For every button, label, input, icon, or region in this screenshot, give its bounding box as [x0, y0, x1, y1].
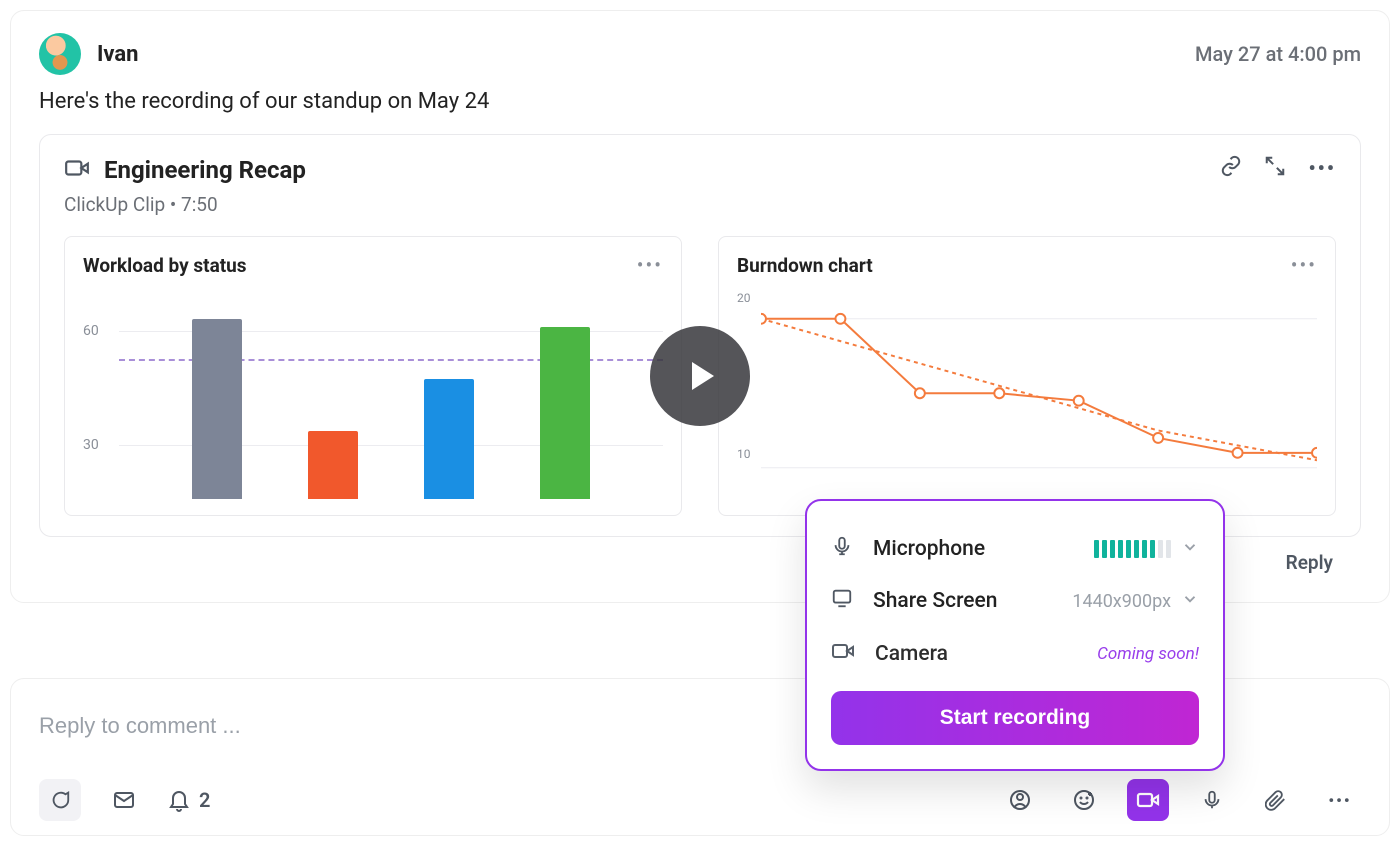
bar-chart-area: 60 30: [83, 289, 663, 499]
bar-chart-more-icon[interactable]: •••: [637, 253, 663, 277]
more-toolbar-icon[interactable]: •••: [1319, 779, 1361, 821]
attachment-icon[interactable]: [1255, 779, 1297, 821]
line-y-tick: 20: [737, 291, 751, 305]
line-chart-title: Burndown chart: [737, 254, 873, 277]
microphone-label: Microphone: [873, 537, 985, 561]
record-clip-button[interactable]: [1127, 779, 1169, 821]
more-icon[interactable]: •••: [1308, 156, 1336, 180]
bar: [192, 319, 242, 499]
clip-actions: •••: [1220, 155, 1336, 181]
comment-body: Here's the recording of our standup on M…: [39, 89, 1361, 114]
emoji-icon[interactable]: [1063, 779, 1105, 821]
clip-head: Engineering Recap ClickUp Clip • 7:50: [64, 155, 1336, 216]
mail-icon[interactable]: [103, 779, 145, 821]
line-chart-svg: [761, 289, 1317, 498]
clip-meta: ClickUp Clip • 7:50: [64, 193, 306, 216]
bars: [119, 289, 663, 499]
chevron-down-icon[interactable]: [1181, 590, 1199, 613]
reply-link[interactable]: Reply: [1286, 551, 1333, 574]
bar: [308, 431, 358, 499]
microphone-icon: [831, 535, 853, 563]
line-y-tick: 10: [737, 447, 751, 461]
notification-count: 2: [199, 788, 210, 812]
bar-y-tick: 30: [83, 437, 99, 453]
clip-title-row: Engineering Recap: [64, 155, 306, 185]
monitor-icon: [831, 587, 853, 615]
clip-title: Engineering Recap: [104, 156, 306, 184]
microphone-toolbar-icon[interactable]: [1191, 779, 1233, 821]
notifications-button[interactable]: 2: [167, 788, 210, 812]
camera-icon: [831, 639, 855, 669]
share-screen-label: Share Screen: [873, 589, 998, 613]
bar: [540, 327, 590, 499]
microphone-row[interactable]: Microphone: [831, 523, 1199, 575]
line-chart-area: 20 10: [737, 289, 1317, 499]
expand-icon[interactable]: [1264, 155, 1286, 181]
clip-source: ClickUp Clip: [64, 193, 165, 216]
share-screen-row[interactable]: Share Screen 1440x900px: [831, 575, 1199, 627]
author-name[interactable]: Ivan: [97, 42, 139, 67]
clip-card: Engineering Recap ClickUp Clip • 7:50: [39, 134, 1361, 537]
camera-label: Camera: [875, 642, 948, 666]
avatar[interactable]: [39, 33, 81, 75]
share-resolution: 1440x900px: [1072, 591, 1171, 612]
video-camera-icon: [64, 155, 90, 185]
comment-header: Ivan May 27 at 4:00 pm: [39, 33, 1361, 75]
comment-icon[interactable]: [39, 779, 81, 821]
comment-header-left: Ivan: [39, 33, 139, 75]
chevron-down-icon[interactable]: [1181, 538, 1199, 561]
mention-icon[interactable]: [999, 779, 1041, 821]
camera-row: Camera Coming soon!: [831, 627, 1199, 681]
start-recording-button[interactable]: Start recording: [831, 691, 1199, 745]
line-chart-card: Burndown chart ••• 20 10: [718, 236, 1336, 516]
toolbar-right: •••: [999, 779, 1361, 821]
bar: [424, 379, 474, 499]
reply-toolbar: 2 •••: [39, 779, 1361, 821]
play-button[interactable]: [650, 326, 750, 426]
bar-chart-title: Workload by status: [83, 254, 247, 277]
toolbar-left: 2: [39, 779, 210, 821]
clip-duration: 7:50: [181, 193, 218, 216]
recording-popover: Microphone Share Screen 1440x900px: [805, 499, 1225, 771]
bar-y-tick: 60: [83, 323, 99, 339]
bar-chart-card: Workload by status ••• 60 30: [64, 236, 682, 516]
line-chart-more-icon[interactable]: •••: [1291, 253, 1317, 277]
charts-row: Workload by status ••• 60 30: [64, 236, 1336, 516]
mic-level-meter: [1094, 540, 1171, 558]
timestamp: May 27 at 4:00 pm: [1195, 42, 1361, 66]
link-icon[interactable]: [1220, 155, 1242, 181]
camera-status: Coming soon!: [1097, 644, 1199, 664]
